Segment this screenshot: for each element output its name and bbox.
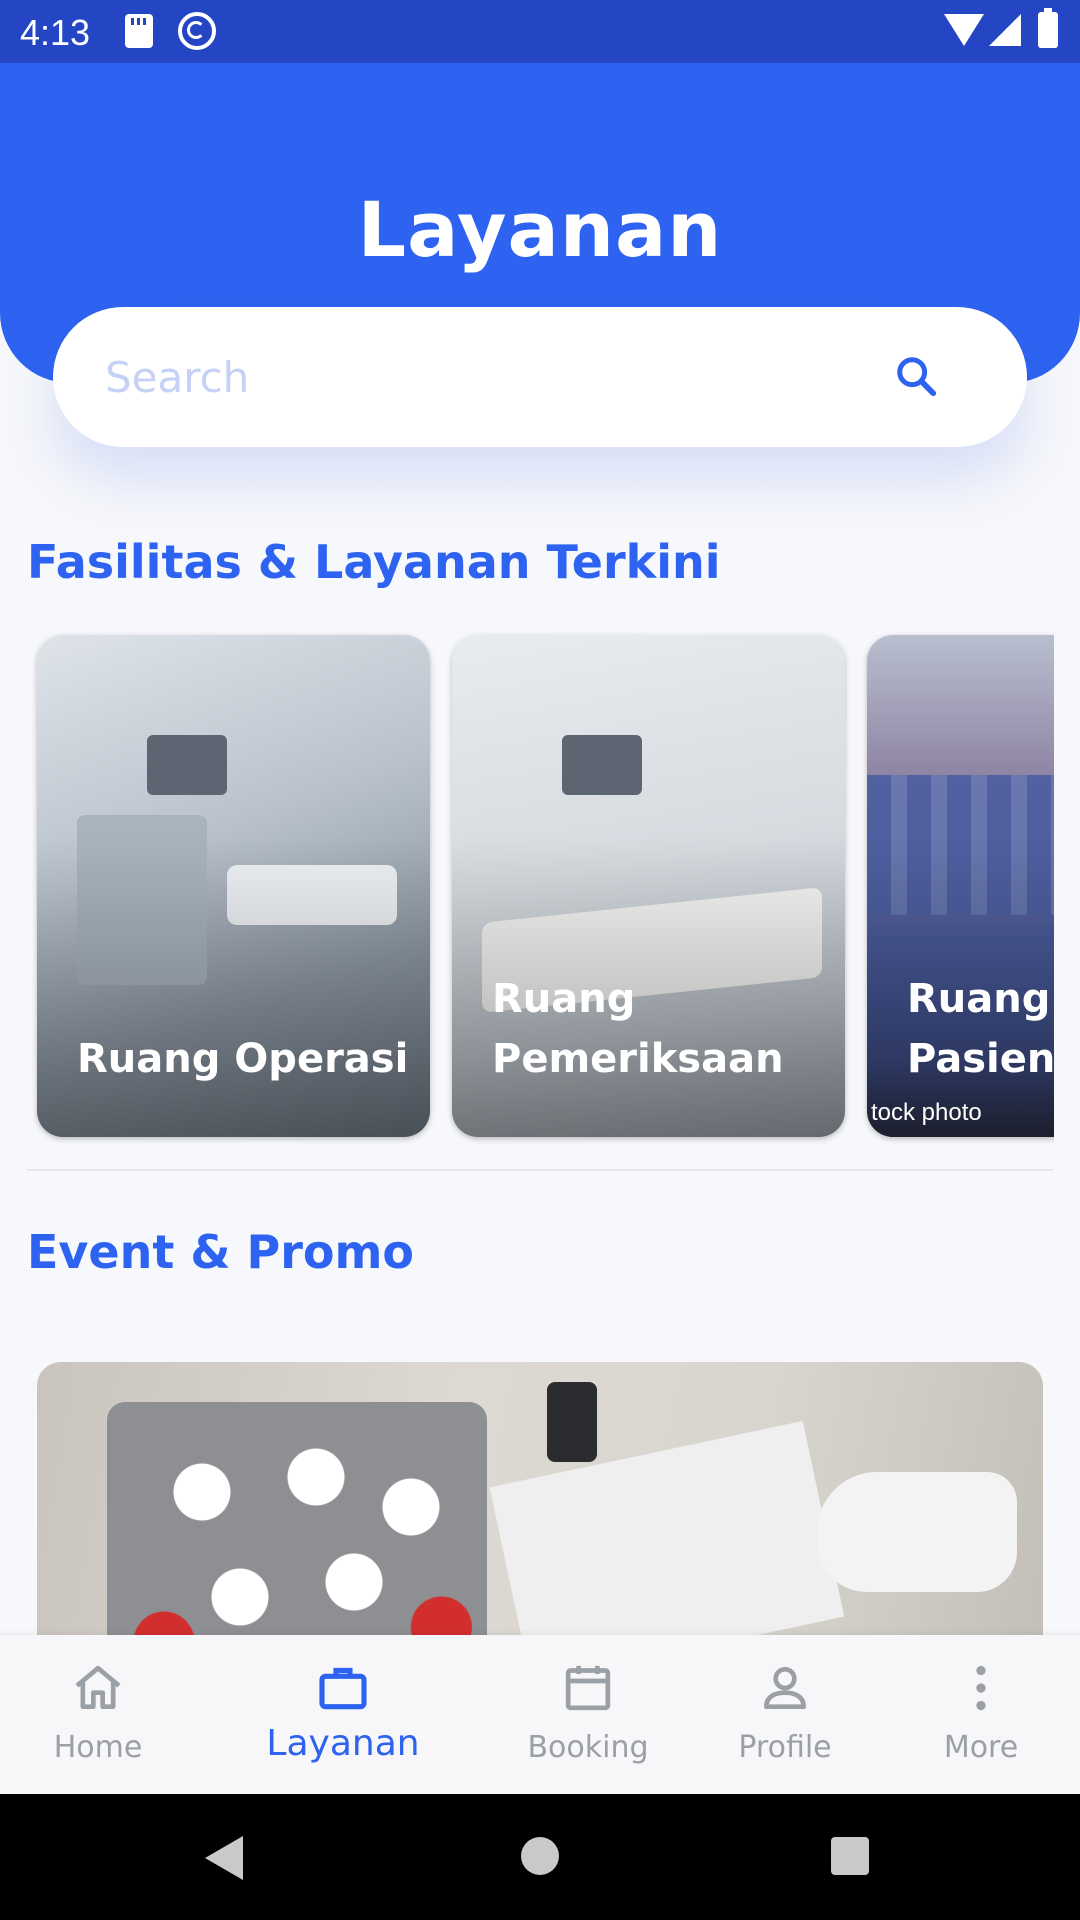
nav-item-layanan[interactable]: Layanan <box>243 1635 443 1794</box>
recents-icon[interactable] <box>831 1837 869 1875</box>
nav-label-profile: Profile <box>738 1730 832 1765</box>
home-icon <box>75 1665 121 1709</box>
more-vertical-icon <box>976 1665 986 1711</box>
promo-image-stamp <box>547 1382 597 1462</box>
bottom-navigation: Home Layanan Booking Profile More <box>0 1635 1080 1794</box>
promo-banner[interactable] <box>37 1362 1043 1672</box>
wifi-icon <box>944 14 984 46</box>
nav-label-home: Home <box>53 1730 143 1765</box>
search-placeholder: Search <box>105 353 250 402</box>
status-bar: 4:13 <box>0 0 1080 63</box>
section-title-fasilitas: Fasilitas & Layanan Terkini <box>27 535 721 589</box>
promo-image-hand <box>817 1472 1017 1592</box>
card-image-detail <box>147 735 227 795</box>
nav-label-more: More <box>943 1730 1019 1765</box>
card-image-detail <box>867 775 1054 915</box>
section-title-event-promo: Event & Promo <box>27 1225 415 1279</box>
nav-item-more[interactable]: More <box>881 1635 1080 1794</box>
briefcase-icon <box>319 1667 367 1710</box>
battery-icon <box>1038 8 1058 48</box>
sd-card-icon <box>125 14 153 48</box>
card-label: Ruang Operasi <box>77 1036 409 1082</box>
facility-card-ruang-tunggu-pasien[interactable]: Ruang T Pasien tock photo <box>867 635 1054 1137</box>
card-watermark: tock photo <box>871 1099 982 1126</box>
card-label: Ruang Pemeriksaan <box>492 976 784 1082</box>
nav-item-booking[interactable]: Booking <box>488 1635 688 1794</box>
search-icon[interactable] <box>893 353 939 399</box>
facility-card-ruang-pemeriksaan[interactable]: Ruang Pemeriksaan <box>452 635 845 1137</box>
card-image-detail <box>227 865 397 925</box>
facilities-carousel[interactable]: Ruang Operasi Ruang Pemeriksaan Ruang T … <box>27 625 1054 1145</box>
sync-icon <box>178 12 216 50</box>
promo-image-bottles <box>107 1402 487 1672</box>
section-divider <box>27 1169 1053 1171</box>
nav-item-home[interactable]: Home <box>0 1635 198 1794</box>
card-image-detail <box>77 815 207 985</box>
nav-label-booking: Booking <box>527 1730 649 1765</box>
signal-icon <box>989 14 1021 46</box>
system-navigation-bar <box>0 1794 1080 1920</box>
card-image-detail <box>562 735 642 795</box>
page-title: Layanan <box>357 185 723 274</box>
nav-label-layanan: Layanan <box>266 1723 420 1764</box>
back-icon[interactable] <box>205 1836 243 1880</box>
facility-card-ruang-operasi[interactable]: Ruang Operasi <box>37 635 430 1137</box>
home-button-icon[interactable] <box>521 1837 559 1875</box>
search-input[interactable]: Search <box>53 307 1027 447</box>
person-icon <box>764 1667 806 1709</box>
nav-item-profile[interactable]: Profile <box>685 1635 885 1794</box>
card-label: Ruang T Pasien <box>907 976 1054 1082</box>
status-time: 4:13 <box>20 12 91 53</box>
calendar-icon <box>565 1665 611 1711</box>
